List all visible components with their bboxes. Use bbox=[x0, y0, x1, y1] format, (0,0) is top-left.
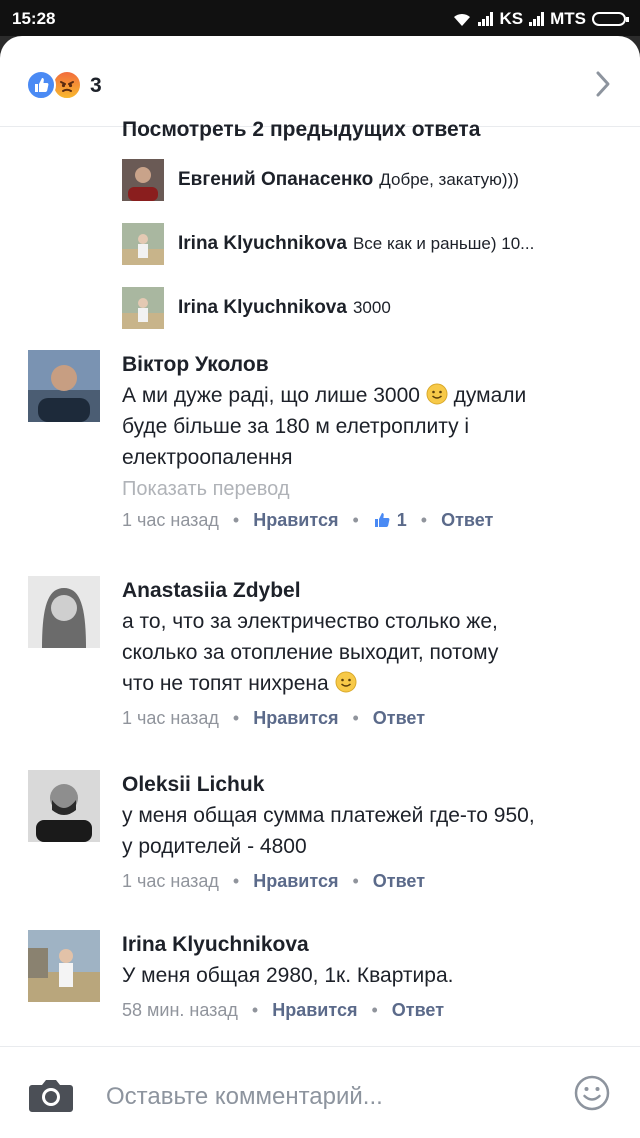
comment-time: 58 мин. назад bbox=[122, 1000, 238, 1020]
battery-icon bbox=[592, 12, 629, 26]
comment-meta: 1 час назад • Нравится • 1 • Ответ bbox=[122, 505, 622, 535]
comment-meta: 1 час назад • Нравится • Ответ bbox=[122, 703, 622, 733]
comment-author[interactable]: Віктор Уколов bbox=[122, 350, 622, 380]
show-translation-link[interactable]: Показать перевод bbox=[122, 473, 622, 505]
reply-text: Все как и раньше) 10... bbox=[352, 234, 535, 253]
separator: • bbox=[420, 510, 428, 530]
angry-reaction-icon bbox=[52, 70, 82, 100]
separator: • bbox=[371, 1000, 378, 1020]
avatar bbox=[122, 159, 164, 201]
signal-icon bbox=[478, 12, 494, 26]
like-button[interactable]: Нравится bbox=[272, 995, 357, 1025]
comment-input[interactable]: Оставьте комментарий... bbox=[106, 1083, 383, 1111]
separator: • bbox=[232, 708, 240, 728]
comments-sheet: 3 Посмотреть 2 предыдущих ответа Евгений… bbox=[0, 36, 640, 1138]
thumbs-up-icon bbox=[374, 513, 390, 527]
reply-author[interactable]: Евгений Опанасенко bbox=[178, 169, 373, 191]
separator: • bbox=[232, 510, 240, 530]
carrier-1: KS bbox=[499, 9, 524, 28]
avatar bbox=[122, 223, 164, 265]
avatar[interactable] bbox=[28, 576, 100, 648]
reply-button[interactable]: Ответ bbox=[441, 505, 493, 535]
reply-author[interactable]: Irina Klyuchnikova bbox=[178, 233, 347, 255]
comment-author[interactable]: Anastasiia Zdybel bbox=[122, 576, 622, 606]
separator: • bbox=[232, 871, 240, 891]
reactions-header[interactable]: 3 bbox=[0, 36, 640, 127]
avatar[interactable] bbox=[28, 770, 100, 842]
comment-time: 1 час назад bbox=[122, 708, 219, 728]
comment-meta: 1 час назад • Нравится • Ответ bbox=[122, 866, 622, 896]
separator: • bbox=[352, 871, 359, 891]
comment-text: А ми дуже раді, що лише 3000 думали буде… bbox=[122, 383, 527, 469]
avatar[interactable] bbox=[28, 930, 100, 1002]
like-button[interactable]: Нравится bbox=[253, 703, 338, 733]
reply-item[interactable]: Irina Klyuchnikova Все как и раньше) 10.… bbox=[122, 222, 534, 266]
smiley-emoji-icon bbox=[426, 383, 448, 405]
separator: • bbox=[352, 510, 359, 530]
wifi-icon bbox=[454, 13, 471, 26]
like-count[interactable]: 1 bbox=[373, 505, 407, 535]
reply-button[interactable]: Ответ bbox=[373, 866, 425, 896]
camera-icon[interactable] bbox=[28, 1077, 74, 1113]
like-button[interactable]: Нравится bbox=[253, 866, 338, 896]
reply-author[interactable]: Irina Klyuchnikova bbox=[178, 297, 347, 319]
carrier-2: MTS bbox=[550, 9, 586, 28]
reply-button[interactable]: Ответ bbox=[373, 703, 425, 733]
comment-author[interactable]: Oleksii Lichuk bbox=[122, 770, 622, 800]
comment-composer: Оставьте комментарий... bbox=[0, 1046, 640, 1138]
like-button[interactable]: Нравится bbox=[253, 505, 338, 535]
smiley-icon[interactable] bbox=[574, 1075, 610, 1111]
chevron-right-icon[interactable] bbox=[594, 70, 612, 98]
avatar[interactable] bbox=[28, 350, 100, 422]
signal-icon bbox=[529, 12, 545, 26]
reply-item[interactable]: Irina Klyuchnikova 3000 bbox=[122, 286, 391, 330]
separator: • bbox=[352, 708, 359, 728]
avatar bbox=[122, 287, 164, 329]
comment-time: 1 час назад bbox=[122, 510, 219, 530]
reply-button[interactable]: Ответ bbox=[392, 995, 444, 1025]
like-reaction-icon bbox=[26, 70, 56, 100]
comment-text: У меня общая 2980, 1к. Квартира. bbox=[122, 964, 454, 987]
smiley-emoji-icon bbox=[335, 671, 357, 693]
status-bar: 15:28 KS MTS bbox=[0, 0, 640, 36]
comment-text: а то, что за электричество столько же, с… bbox=[122, 610, 499, 695]
comment-meta: 58 мин. назад • Нравится • Ответ bbox=[122, 995, 622, 1025]
separator: • bbox=[251, 1000, 259, 1020]
comment-text: у меня общая сумма платежей где-то 950, … bbox=[122, 804, 535, 858]
reply-item[interactable]: Евгений Опанасенко Добре, закатую))) bbox=[122, 158, 519, 202]
reply-text: 3000 bbox=[352, 298, 391, 317]
comment-time: 1 час назад bbox=[122, 871, 219, 891]
status-time: 15:28 bbox=[12, 9, 56, 28]
reaction-count: 3 bbox=[90, 74, 102, 97]
view-previous-replies-link[interactable]: Посмотреть 2 предыдущих ответа bbox=[122, 118, 480, 142]
reply-text: Добре, закатую))) bbox=[379, 170, 519, 189]
comment-author[interactable]: Irina Klyuchnikova bbox=[122, 930, 622, 960]
